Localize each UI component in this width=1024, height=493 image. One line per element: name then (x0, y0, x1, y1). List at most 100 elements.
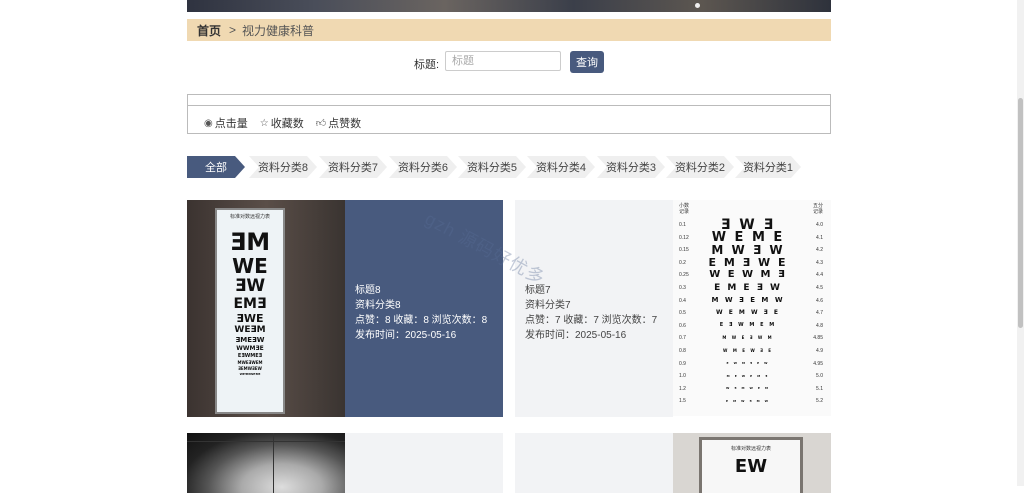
chart-five-point-value: 4.4 (816, 272, 823, 279)
chart-five-point-value: 4.8 (816, 322, 823, 329)
tab-category-3[interactable]: 资料分类3 (597, 156, 665, 178)
chart-five-point-value: 4.7 (816, 310, 823, 317)
eye-chart-row-icon: E M Ǝ W E (708, 256, 788, 270)
framed-eye-chart-image: 标准对数远视力表 EW (673, 433, 831, 493)
sort-panel: ◉ 点击量 ☆ 收藏数 👍︎ 点赞数 (187, 94, 831, 134)
star-icon: ☆ (259, 117, 269, 129)
image-caption: 标准对数远视力表 (730, 446, 771, 452)
chart-five-point-value: 4.85 (813, 335, 823, 342)
chart-decimal-value: 0.25 (679, 272, 689, 279)
breadcrumb-home-link[interactable]: 首页 (197, 22, 221, 39)
eye-chart-row-icon: M W Ǝ E M W (711, 296, 785, 305)
sort-by-clicks[interactable]: ◉ 点击量 (204, 115, 248, 131)
query-button[interactable]: 查询 (570, 51, 604, 73)
chart-decimal-value: 0.2 (679, 259, 686, 266)
card-info-panel: 标题7 资料分类7 点赞：7 收藏：7 浏览次数：7 发布时间：2025-05-… (515, 200, 673, 417)
eye-chart-row-icon: MWEƎWEM (237, 360, 263, 365)
chart-five-point-value: 4.9 (816, 348, 823, 354)
card-category: 资料分类8 (355, 300, 401, 311)
tab-category-5[interactable]: 资料分类5 (458, 156, 526, 178)
eye-chart-lightbox-image: 标准对数远视力表 ƎM WE ƎW EMƎ ƎWE WEƎM ƎMEƎW WWM… (187, 200, 345, 417)
eye-chart-row-icon: M W Ǝ W (711, 243, 785, 258)
eye-chart-row-icon: WEƎMWEƎM (239, 372, 261, 376)
card-date: 发布时间：2025-05-16 (525, 330, 627, 341)
eye-chart-row-icon: ƎEMWƎEW (238, 366, 262, 371)
card-title[interactable]: 标题7 (525, 283, 657, 298)
chart-decimal-value: 0.9 (679, 360, 686, 367)
eye-chart-row-icon: W Ǝ M W E M (726, 386, 770, 391)
breadcrumb-separator: > (229, 23, 237, 37)
search-bar: 标题: 查询 (0, 51, 1024, 73)
thumbs-up-icon: 👍︎ (315, 118, 327, 129)
eye-chart-row-icon: ƎMEƎW (235, 336, 265, 344)
chart-five-point-value: 4.6 (816, 297, 823, 304)
eye-chart-row-icon: EMƎ (233, 296, 267, 312)
eye-chart-row-icon: WEƎM (234, 325, 266, 335)
eye-chart-row-icon: ƎW (234, 276, 266, 296)
sort-label: 收藏数 (270, 118, 304, 130)
chart-decimal-value: 0.12 (679, 234, 689, 241)
chart-five-point-value: 5.1 (816, 385, 823, 392)
tab-category-7[interactable]: 资料分类7 (319, 156, 387, 178)
eye-chart-row-icon: E M W Ǝ M W (726, 398, 770, 403)
card-title[interactable]: 标题8 (355, 283, 487, 298)
chart-five-point-value: 5.2 (816, 398, 823, 405)
chart-decimal-value: 0.8 (679, 348, 686, 354)
tab-all[interactable]: 全部 (187, 156, 245, 178)
eye-chart-row-icon: WE (232, 254, 268, 278)
eye-chart-row-icon: EW (734, 456, 768, 477)
chart-five-point-value: 4.3 (816, 259, 823, 266)
eye-chart-row-icon: ƎM (229, 228, 271, 256)
eye-chart-row-icon: M E W E M Ǝ (726, 373, 770, 378)
banner-carousel[interactable] (187, 0, 831, 12)
page-scrollbar[interactable] (1017, 0, 1024, 486)
article-card[interactable]: 标准对数远视力表 EW (515, 433, 831, 493)
chart-header-right: 五分 记录 (812, 203, 823, 215)
chart-decimal-value: 1.0 (679, 373, 686, 380)
tab-category-1[interactable]: 资料分类1 (735, 156, 801, 178)
chart-decimal-value: 1.2 (679, 385, 686, 392)
tab-category-2[interactable]: 资料分类2 (666, 156, 734, 178)
card-category: 资料分类7 (525, 300, 571, 311)
sort-by-likes[interactable]: 👍︎ 点赞数 (316, 115, 361, 131)
chart-five-point-value: 4.5 (816, 285, 823, 291)
card-info-panel (345, 433, 503, 493)
eye-chart-row-icon: W E M W Ǝ E (716, 309, 780, 317)
eye-chart-row-icon: EƎWMEƎ (237, 353, 263, 359)
tab-category-4[interactable]: 资料分类4 (527, 156, 595, 178)
tab-category-6[interactable]: 资料分类6 (389, 156, 457, 178)
eye-chart-row-icon: ƎWE (236, 312, 264, 325)
eye-chart-row-icon: E W M Ǝ E W (726, 361, 770, 366)
eye-chart-row-icon: M W E Ǝ W M (722, 335, 774, 341)
eye-icon: ◉ (204, 117, 213, 129)
chart-decimal-value: 0.6 (679, 322, 686, 329)
breadcrumb: 首页 > 视力健康科普 (187, 19, 831, 41)
eye-chart-row-icon: WWMƎE (236, 345, 264, 352)
search-label: 标题: (414, 59, 440, 71)
title-search-input[interactable] (445, 51, 561, 71)
chart-five-point-value: 4.1 (816, 234, 823, 241)
card-date: 发布时间：2025-05-16 (355, 330, 457, 341)
article-card[interactable] (187, 433, 503, 493)
card-info-panel (515, 433, 673, 493)
carousel-dot[interactable] (695, 3, 700, 8)
tab-category-8[interactable]: 资料分类8 (249, 156, 317, 178)
breadcrumb-current: 视力健康科普 (242, 23, 315, 38)
chart-five-point-value: 4.0 (816, 222, 823, 228)
chart-decimal-value: 0.1 (679, 222, 686, 228)
chart-decimal-value: 0.5 (679, 310, 686, 317)
chart-five-point-value: 4.2 (816, 247, 823, 254)
card-stats: 点赞：7 收藏：7 浏览次数：7 (525, 315, 658, 326)
eye-chart-row-icon: E M E Ǝ W (714, 282, 782, 293)
chart-five-point-value: 5.0 (816, 373, 823, 380)
chart-decimal-value: 0.4 (679, 297, 686, 304)
chart-decimal-value: 0.3 (679, 285, 686, 291)
article-card[interactable]: 标题7 资料分类7 点赞：7 收藏：7 浏览次数：7 发布时间：2025-05-… (515, 200, 831, 417)
scrollbar-thumb[interactable] (1018, 98, 1023, 328)
card-stats: 点赞：8 收藏：8 浏览次数：8 (355, 315, 488, 326)
sort-by-favorites[interactable]: ☆ 收藏数 (260, 115, 304, 131)
chart-five-point-value: 4.95 (813, 360, 823, 367)
chart-header-left: 小数 记录 (679, 203, 690, 215)
eye-chart-row-icon: W M E W Ǝ E (723, 348, 773, 353)
sort-label: 点赞数 (328, 118, 362, 130)
